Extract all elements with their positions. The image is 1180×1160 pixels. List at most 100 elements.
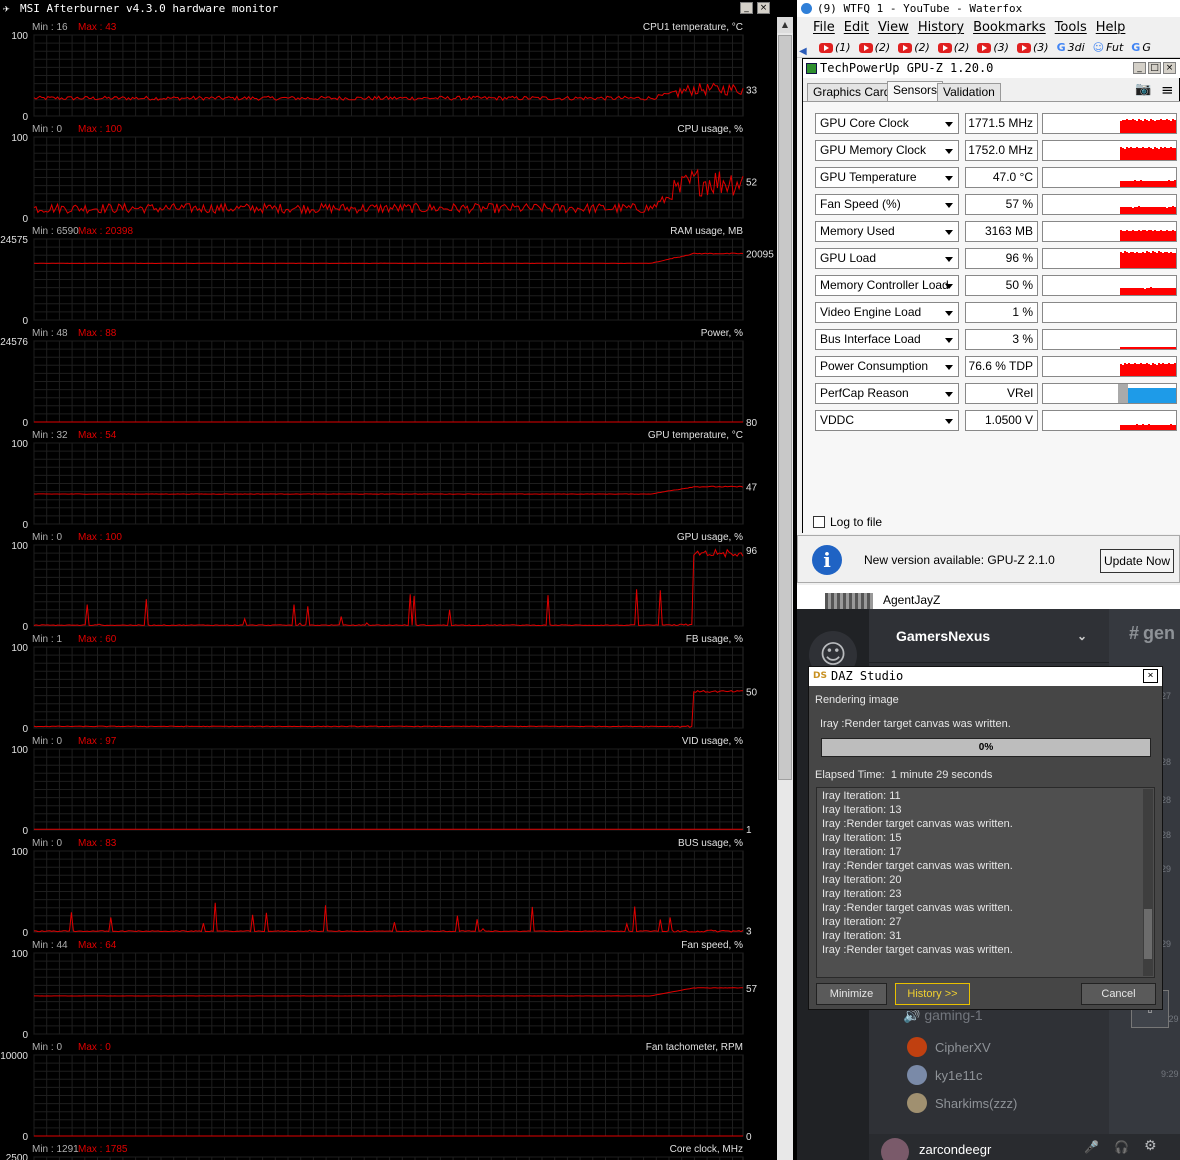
- tab-validation[interactable]: Validation: [937, 83, 1001, 101]
- sensor-graph-bar: [1176, 121, 1177, 133]
- minimize-icon[interactable]: _: [740, 2, 753, 14]
- sensor-name-dropdown[interactable]: VDDC: [815, 410, 959, 431]
- scroll-up-icon[interactable]: ▲: [777, 17, 793, 33]
- cancel-button[interactable]: Cancel: [1081, 983, 1156, 1005]
- menu-bookmarks[interactable]: Bookmarks: [973, 20, 1046, 35]
- back-icon[interactable]: ◀: [799, 42, 807, 57]
- dropdown-arrow-icon[interactable]: [945, 365, 953, 370]
- dropdown-arrow-icon[interactable]: [945, 230, 953, 235]
- sensor-name-dropdown[interactable]: Video Engine Load: [815, 302, 959, 323]
- log-to-file[interactable]: Log to file: [813, 515, 882, 529]
- dropdown-arrow-icon[interactable]: [945, 392, 953, 397]
- sensor-name-dropdown[interactable]: Bus Interface Load: [815, 329, 959, 350]
- close-icon[interactable]: ×: [1163, 62, 1176, 74]
- sensor-graph: [1042, 248, 1177, 269]
- voice-user[interactable]: Sharkims(zzz): [907, 1093, 1017, 1113]
- gpuz-title-bar[interactable]: TechPowerUp GPU-Z 1.20.0 _ □ ×: [803, 59, 1180, 78]
- gear-icon[interactable]: ⚙: [1144, 1138, 1157, 1154]
- daz-title-bar[interactable]: DS DAZ Studio ×: [809, 667, 1162, 686]
- render-log[interactable]: Iray Iteration: 11 Iray Iteration: 13 Iray…: [816, 787, 1155, 978]
- sensor-name-dropdown[interactable]: GPU Core Clock: [815, 113, 959, 134]
- menu-icon[interactable]: ≡: [1161, 81, 1174, 99]
- dropdown-arrow-icon[interactable]: [945, 284, 953, 289]
- elapsed-value: 1 minute 29 seconds: [890, 769, 993, 781]
- youtube-icon[interactable]: [819, 43, 833, 53]
- google-icon[interactable]: G: [1057, 38, 1066, 57]
- bookmark-label[interactable]: Fut: [1106, 41, 1123, 54]
- log-to-file-checkbox[interactable]: [813, 516, 825, 528]
- sensor-name-dropdown[interactable]: GPU Temperature: [815, 167, 959, 188]
- message-timestamp: 9:29: [1161, 1069, 1179, 1079]
- scroll-thumb[interactable]: [778, 35, 792, 780]
- bookmark-label[interactable]: (2): [954, 41, 970, 54]
- chevron-down-icon[interactable]: ⌄: [1077, 609, 1087, 663]
- tab-graphics-card[interactable]: Graphics Card: [807, 83, 897, 101]
- menu-edit[interactable]: Edit: [844, 20, 869, 35]
- afterburner-title-bar[interactable]: ✈ MSI Afterburner v4.3.0 hardware monito…: [0, 0, 795, 17]
- dropdown-arrow-icon[interactable]: [945, 176, 953, 181]
- bookmark-label[interactable]: (3): [993, 41, 1009, 54]
- log-line: Iray Iteration: 20: [822, 874, 902, 886]
- menu-history[interactable]: History: [918, 20, 964, 35]
- top-username[interactable]: AgentJayZ: [883, 593, 940, 607]
- bookmark-label[interactable]: (2): [875, 41, 891, 54]
- dropdown-arrow-icon[interactable]: [945, 122, 953, 127]
- log-line: Iray Iteration: 31: [822, 930, 902, 942]
- bookmark-label[interactable]: G: [1142, 41, 1151, 54]
- bookmark-label[interactable]: (2): [914, 41, 930, 54]
- sensor-name-dropdown[interactable]: Memory Used: [815, 221, 959, 242]
- afterburner-scrollbar[interactable]: ▲: [777, 17, 793, 1160]
- graph-max-label: Max : 1785: [78, 1144, 128, 1155]
- youtube-icon[interactable]: [858, 43, 873, 53]
- sensor-name-dropdown[interactable]: GPU Load: [815, 248, 959, 269]
- camera-icon[interactable]: 📷: [1135, 82, 1151, 97]
- youtube-icon[interactable]: [1016, 43, 1031, 53]
- dropdown-arrow-icon[interactable]: [945, 419, 953, 424]
- elapsed-time: Elapsed Time: 1 minute 29 seconds: [815, 769, 992, 781]
- close-icon[interactable]: ×: [757, 2, 770, 14]
- sensor-name-dropdown[interactable]: PerfCap Reason: [815, 383, 959, 404]
- server-header[interactable]: GamersNexus ⌄: [869, 609, 1109, 663]
- smiley-icon[interactable]: ☺: [1093, 38, 1104, 57]
- menu-help[interactable]: Help: [1096, 20, 1126, 35]
- update-message: New version available: GPU-Z 2.1.0: [864, 553, 1055, 567]
- maximize-icon[interactable]: □: [1148, 62, 1161, 74]
- google-icon[interactable]: G: [1131, 38, 1140, 57]
- youtube-icon[interactable]: [898, 43, 913, 53]
- close-icon[interactable]: ×: [1143, 669, 1158, 683]
- log-scrollbar[interactable]: [1143, 789, 1153, 976]
- voice-user[interactable]: CipherXV: [907, 1037, 991, 1057]
- log-scroll-thumb[interactable]: [1144, 909, 1152, 959]
- dropdown-arrow-icon[interactable]: [945, 149, 953, 154]
- sensor-name-dropdown[interactable]: Fan Speed (%): [815, 194, 959, 215]
- avatar[interactable]: [881, 1138, 909, 1160]
- minimize-button[interactable]: Minimize: [816, 983, 887, 1005]
- history-button[interactable]: History >>: [895, 983, 970, 1005]
- headphones-icon[interactable]: 🎧: [1114, 1140, 1129, 1154]
- sensor-name-dropdown[interactable]: GPU Memory Clock: [815, 140, 959, 161]
- mic-icon[interactable]: 🎤: [1084, 1140, 1099, 1154]
- dropdown-arrow-icon[interactable]: [945, 203, 953, 208]
- update-now-button[interactable]: Update Now: [1100, 549, 1174, 573]
- sensor-name-dropdown[interactable]: Memory Controller Load: [815, 275, 959, 296]
- waterfox-title-bar[interactable]: (9) WTFQ 1 - YouTube - Waterfox: [797, 0, 1180, 17]
- dropdown-arrow-icon[interactable]: [945, 338, 953, 343]
- video-thumbnail[interactable]: [825, 593, 873, 609]
- dropdown-arrow-icon[interactable]: [945, 257, 953, 262]
- tab-sensors[interactable]: Sensors: [887, 81, 944, 102]
- bookmark-label[interactable]: (3): [1033, 41, 1049, 54]
- youtube-icon[interactable]: [937, 43, 952, 53]
- menu-file[interactable]: File: [813, 20, 835, 35]
- menu-view[interactable]: View: [878, 20, 909, 35]
- graph-name: Fan tachometer, RPM: [646, 1042, 743, 1053]
- waterfox-title: (9) WTFQ 1 - YouTube - Waterfox: [817, 2, 1023, 15]
- menu-tools[interactable]: Tools: [1055, 20, 1087, 35]
- sensor-name-dropdown[interactable]: Power Consumption: [815, 356, 959, 377]
- voice-user[interactable]: ky1e11c: [907, 1065, 982, 1085]
- bookmark-label[interactable]: 3di: [1068, 41, 1085, 54]
- minimize-icon[interactable]: _: [1133, 62, 1146, 74]
- bookmark-label[interactable]: (1): [835, 41, 851, 54]
- log-line: Iray Iteration: 27: [822, 916, 902, 928]
- dropdown-arrow-icon[interactable]: [945, 311, 953, 316]
- youtube-icon[interactable]: [977, 43, 992, 53]
